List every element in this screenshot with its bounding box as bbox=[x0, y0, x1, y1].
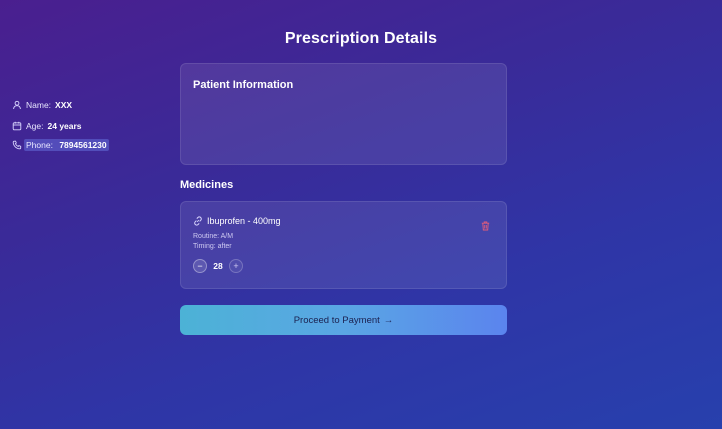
medicine-card: Ibuprofen - 400mg Routine: A/M Timing: a… bbox=[180, 201, 507, 289]
patient-age-value: 24 years bbox=[47, 121, 82, 131]
patient-phone-label: Phone: bbox=[26, 140, 53, 150]
medicine-name-row: Ibuprofen - 400mg bbox=[193, 216, 281, 226]
decrement-button[interactable]: − bbox=[193, 259, 207, 273]
medicine-routine: Routine: A/M bbox=[193, 233, 234, 240]
proceed-label: Proceed to Payment bbox=[293, 314, 380, 326]
patient-phone-value: 7894561230 bbox=[59, 140, 107, 150]
increment-button[interactable]: + bbox=[229, 259, 243, 273]
patient-name-row: Name: XXX bbox=[12, 98, 72, 112]
patient-phone-selection[interactable]: Phone: 7894561230 bbox=[24, 139, 109, 151]
patient-age-row: Age: 24 years bbox=[12, 119, 82, 133]
phone-icon bbox=[12, 140, 22, 150]
patient-phone-row: Phone: 7894561230 bbox=[12, 138, 109, 152]
patient-info-card: Patient Information bbox=[180, 63, 507, 165]
pill-link-icon bbox=[193, 216, 203, 226]
arrow-right-icon: → bbox=[383, 314, 394, 326]
quantity-value: 28 bbox=[213, 261, 223, 271]
patient-age-label: Age: bbox=[26, 121, 44, 131]
calendar-icon bbox=[12, 121, 22, 131]
patient-name-label: Name: bbox=[26, 100, 52, 110]
quantity-stepper: − 28 + bbox=[193, 259, 243, 273]
patient-info-title: Patient Information bbox=[193, 79, 294, 91]
trash-icon[interactable] bbox=[481, 221, 490, 231]
proceed-to-payment-button[interactable]: Proceed to Payment → bbox=[180, 305, 507, 335]
user-icon bbox=[12, 100, 22, 110]
medicine-timing: Timing: after bbox=[193, 243, 232, 250]
medicines-section-title: Medicines bbox=[180, 179, 234, 191]
medicine-name: Ibuprofen - 400mg bbox=[207, 216, 281, 226]
page-title: Prescription Details bbox=[284, 30, 438, 47]
patient-name-value: XXX bbox=[55, 100, 73, 110]
